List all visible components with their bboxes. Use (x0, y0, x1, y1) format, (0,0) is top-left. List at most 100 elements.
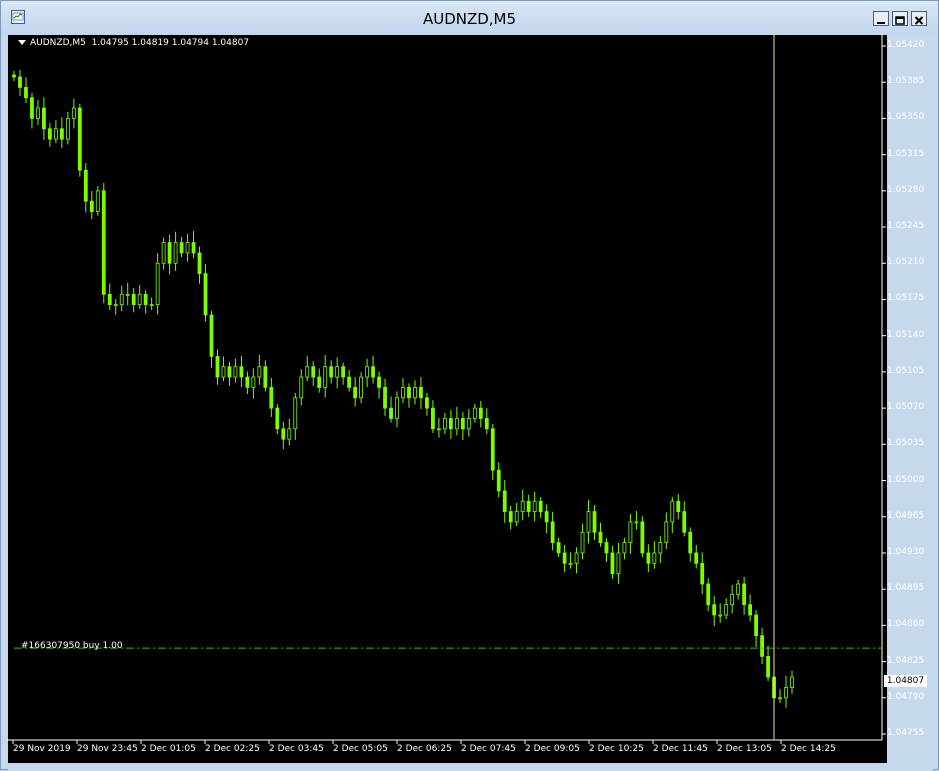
price-tick-label: 1.05315 (887, 148, 925, 159)
candle-body (48, 128, 52, 140)
candle-body (425, 397, 429, 409)
candle-body (502, 490, 507, 512)
candle-body (347, 376, 352, 388)
candle-body (383, 387, 387, 409)
candle-body (532, 500, 537, 512)
candle-body (700, 562, 705, 585)
candle-body (640, 521, 645, 554)
candle-body (113, 304, 118, 307)
candle-body (83, 169, 88, 202)
candle-body (419, 387, 423, 399)
candle-body (544, 511, 549, 523)
candle-body (89, 200, 94, 212)
candle-body (125, 293, 130, 296)
candle-body (496, 469, 501, 492)
time-tick-label: 29 Nov 2019 (13, 744, 71, 754)
candle-body (508, 511, 513, 523)
time-tick-label: 2 Dec 10:25 (589, 744, 644, 754)
candle-body (119, 293, 124, 306)
triangle-down-icon[interactable] (18, 40, 26, 45)
candle-body (149, 304, 154, 307)
price-tick-label: 1.04860 (887, 619, 925, 630)
candle-body (670, 500, 675, 523)
candle-body (448, 418, 453, 430)
candle-body (329, 366, 334, 378)
candle-body (688, 531, 693, 554)
candle-body (401, 387, 405, 399)
candlestick-chart[interactable] (0, 0, 939, 770)
candle-body (353, 387, 358, 399)
candle-body (95, 190, 100, 212)
ohlc-values: 1.04795 1.04819 1.04794 1.04807 (91, 38, 250, 48)
candle-body (562, 552, 567, 564)
order-line-label[interactable]: #166307950 buy 1.00 (21, 641, 123, 651)
candle-body (754, 614, 758, 637)
candle-body (778, 697, 782, 700)
candle-body (646, 552, 651, 564)
candle-body (766, 656, 770, 678)
candle-body (592, 511, 597, 533)
candle-body (251, 376, 256, 388)
candle-body (760, 635, 764, 657)
candle-body (389, 407, 393, 419)
time-tick-label: 2 Dec 06:25 (397, 744, 452, 754)
candle-body (478, 407, 483, 419)
time-tick-label: 2 Dec 01:05 (141, 744, 196, 754)
candle-body (359, 376, 364, 399)
price-tick-label: 1.04895 (887, 583, 925, 594)
candle-body (305, 366, 310, 378)
candle-body (245, 376, 250, 388)
candle-body (191, 242, 196, 254)
price-tick-label: 1.05245 (887, 221, 925, 232)
candle-body (161, 242, 166, 264)
candle-body (718, 614, 723, 617)
candle-body (341, 366, 346, 378)
price-tick-label: 1.05035 (887, 438, 925, 449)
candle-body (287, 428, 292, 440)
candle-body (143, 293, 148, 306)
candle-body (227, 366, 232, 378)
candle-body (221, 366, 226, 378)
candle-body (395, 397, 399, 419)
candle-body (568, 562, 573, 565)
candle-body (748, 604, 753, 616)
price-tick-label: 1.05420 (887, 40, 925, 50)
candle-body (466, 418, 471, 430)
time-tick-label: 2 Dec 07:45 (461, 744, 516, 754)
candle-body (413, 387, 417, 399)
candle-body (53, 128, 58, 140)
candle-body (311, 366, 316, 378)
candle-body (377, 376, 381, 388)
time-tick-label: 2 Dec 02:25 (205, 744, 260, 754)
candle-body (616, 552, 621, 575)
candle-body (442, 418, 447, 430)
candle-body (317, 376, 322, 388)
price-tick-label: 1.05070 (887, 402, 925, 413)
candle-body (263, 366, 268, 388)
candle-body (24, 86, 28, 99)
candle-body (155, 262, 160, 306)
candle-body (712, 604, 717, 616)
price-tick-label: 1.05385 (887, 76, 925, 87)
candle-body (323, 366, 328, 388)
price-tick-label: 1.05210 (887, 257, 925, 268)
candle-body (598, 531, 603, 544)
price-tick-label: 1.04755 (887, 728, 925, 738)
candle-body (604, 542, 609, 554)
candle-body (742, 583, 747, 606)
candle-body (724, 604, 729, 616)
candle-body (185, 242, 190, 254)
candle-body (281, 428, 286, 440)
candle-body (107, 293, 112, 306)
candle-body (634, 521, 639, 524)
candle-body (460, 418, 465, 430)
candle-body (209, 314, 214, 357)
candle-body (65, 118, 70, 140)
symbol-ohlc-readout[interactable]: AUDNZD,M5 1.04795 1.04819 1.04794 1.0480… (18, 38, 249, 48)
candle-body (574, 552, 579, 564)
candle-body (652, 552, 657, 564)
candle-body (42, 107, 46, 130)
candle-body (694, 552, 699, 564)
candle-body (586, 511, 591, 533)
candle-body (36, 107, 40, 119)
